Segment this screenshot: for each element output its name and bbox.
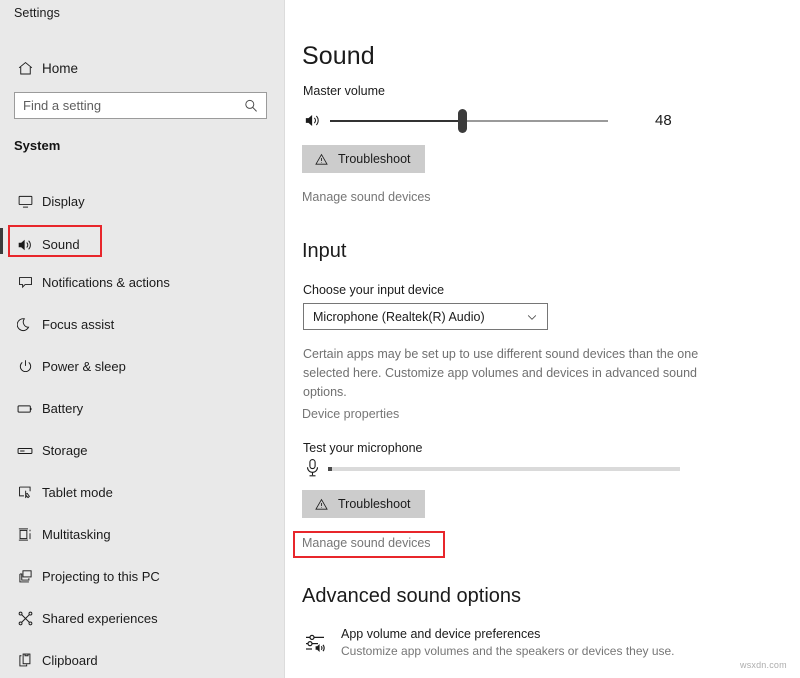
storage-icon bbox=[14, 440, 36, 462]
master-volume-thumb[interactable] bbox=[458, 109, 467, 133]
sidebar-item-notifications[interactable]: Notifications & actions bbox=[0, 266, 285, 299]
speaker-icon bbox=[14, 234, 36, 256]
sidebar-item-label: Shared experiences bbox=[42, 611, 158, 626]
home-icon bbox=[14, 58, 36, 80]
sidebar-item-label: Storage bbox=[42, 443, 88, 458]
master-volume-fill bbox=[330, 120, 463, 122]
test-microphone-label: Test your microphone bbox=[303, 441, 423, 455]
output-troubleshoot-button[interactable]: Troubleshoot bbox=[302, 145, 425, 173]
microphone-level-fill bbox=[328, 467, 332, 471]
moon-icon bbox=[14, 314, 36, 336]
device-properties-link[interactable]: Device properties bbox=[302, 407, 399, 421]
microphone-level-track bbox=[328, 467, 680, 471]
sidebar-item-sound[interactable]: Sound bbox=[0, 228, 285, 261]
sidebar-item-label: Focus assist bbox=[42, 317, 114, 332]
sidebar: Settings Home System bbox=[0, 0, 285, 678]
share-icon bbox=[14, 608, 36, 630]
warning-icon bbox=[314, 152, 329, 167]
app-volume-title[interactable]: App volume and device preferences bbox=[341, 627, 540, 641]
power-icon bbox=[14, 356, 36, 378]
speaker-icon bbox=[303, 111, 322, 130]
input-device-select[interactable]: Microphone (Realtek(R) Audio) bbox=[303, 303, 548, 330]
sidebar-item-home[interactable]: Home bbox=[0, 52, 285, 85]
sidebar-item-tablet-mode[interactable]: Tablet mode bbox=[0, 476, 285, 509]
watermark: wsxdn.com bbox=[740, 660, 787, 670]
chevron-down-icon[interactable] bbox=[525, 310, 539, 324]
input-device-value: Microphone (Realtek(R) Audio) bbox=[313, 310, 485, 324]
sidebar-item-label: Multitasking bbox=[42, 527, 111, 542]
input-troubleshoot-label: Troubleshoot bbox=[338, 497, 411, 511]
sidebar-item-storage[interactable]: Storage bbox=[0, 434, 285, 467]
input-heading: Input bbox=[302, 240, 346, 263]
page-title: Sound bbox=[302, 42, 375, 71]
sidebar-item-label: Home bbox=[42, 61, 78, 76]
notification-icon bbox=[14, 272, 36, 294]
battery-icon bbox=[14, 398, 36, 420]
sidebar-item-label: Tablet mode bbox=[42, 485, 113, 500]
sidebar-item-power-sleep[interactable]: Power & sleep bbox=[0, 350, 285, 383]
sidebar-item-label: Power & sleep bbox=[42, 359, 126, 374]
search-input[interactable] bbox=[15, 93, 233, 118]
sidebar-item-battery[interactable]: Battery bbox=[0, 392, 285, 425]
master-volume-label: Master volume bbox=[303, 84, 385, 98]
app-title: Settings bbox=[14, 6, 60, 20]
main-content: Sound Master volume 48 Troubleshoot bbox=[285, 0, 800, 678]
sidebar-item-shared-experiences[interactable]: Shared experiences bbox=[0, 602, 285, 635]
search-box[interactable] bbox=[14, 92, 267, 119]
microphone-icon bbox=[304, 458, 321, 478]
sidebar-item-label: Projecting to this PC bbox=[42, 569, 160, 584]
monitor-icon bbox=[14, 191, 36, 213]
app-volume-subtitle: Customize app volumes and the speakers o… bbox=[341, 644, 675, 658]
advanced-sound-options-heading: Advanced sound options bbox=[302, 585, 521, 608]
master-volume-value: 48 bbox=[655, 112, 672, 129]
clipboard-icon bbox=[14, 650, 36, 672]
output-troubleshoot-label: Troubleshoot bbox=[338, 152, 411, 166]
output-manage-sound-devices-link[interactable]: Manage sound devices bbox=[302, 190, 431, 204]
search-icon[interactable] bbox=[243, 98, 259, 114]
sidebar-item-multitasking[interactable]: Multitasking bbox=[0, 518, 285, 551]
choose-input-device-label: Choose your input device bbox=[303, 283, 444, 297]
warning-icon bbox=[314, 497, 329, 512]
sidebar-item-clipboard[interactable]: Clipboard bbox=[0, 644, 285, 677]
sidebar-item-focus-assist[interactable]: Focus assist bbox=[0, 308, 285, 341]
sidebar-item-label: Sound bbox=[42, 237, 80, 252]
input-note: Certain apps may be set up to use differ… bbox=[303, 345, 703, 402]
tablet-icon bbox=[14, 482, 36, 504]
multitasking-icon bbox=[14, 524, 36, 546]
app-volume-icon bbox=[304, 630, 328, 654]
sidebar-item-label: Battery bbox=[42, 401, 83, 416]
sidebar-item-display[interactable]: Display bbox=[0, 185, 285, 218]
settings-window: Settings Home System bbox=[0, 0, 800, 678]
sidebar-item-label: Display bbox=[42, 194, 85, 209]
sidebar-item-projecting[interactable]: Projecting to this PC bbox=[0, 560, 285, 593]
sidebar-item-label: Clipboard bbox=[42, 653, 98, 668]
sidebar-item-label: Notifications & actions bbox=[42, 275, 170, 290]
sidebar-group-label: System bbox=[14, 138, 60, 153]
input-manage-sound-devices-link[interactable]: Manage sound devices bbox=[302, 536, 431, 550]
projecting-icon bbox=[14, 566, 36, 588]
input-troubleshoot-button[interactable]: Troubleshoot bbox=[302, 490, 425, 518]
